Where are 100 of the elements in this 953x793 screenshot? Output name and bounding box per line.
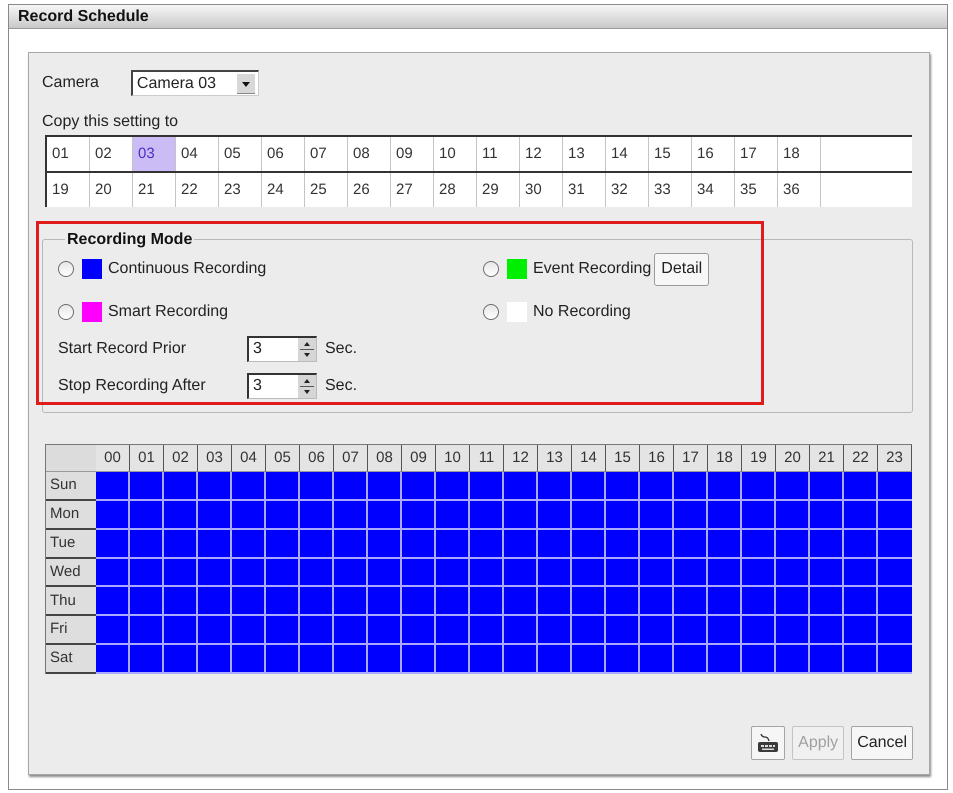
schedule-slot[interactable] — [504, 558, 536, 586]
timer-label: Stop Recording After — [57, 376, 207, 396]
radio-button[interactable] — [58, 304, 74, 320]
hour-header: 11 — [470, 445, 504, 472]
hour-header: 06 — [300, 445, 334, 472]
number-spinner-field[interactable]: 3 — [247, 336, 317, 362]
hour-header: 07 — [334, 445, 368, 472]
grid-corner — [46, 445, 96, 472]
schedule-slot[interactable] — [742, 558, 774, 586]
mode-label: Smart Recording — [108, 302, 228, 322]
hour-header: 12 — [504, 445, 538, 472]
camera-number-cell[interactable]: 32 — [606, 173, 649, 207]
schedule-slot[interactable] — [674, 558, 706, 586]
radio-button[interactable] — [483, 304, 499, 320]
radio-button[interactable] — [58, 261, 74, 278]
schedule-slot[interactable] — [266, 558, 298, 586]
day-label: Sun — [46, 472, 96, 501]
camera-number-cell[interactable]: 27 — [391, 173, 434, 207]
camera-number-cell[interactable]: 30 — [520, 173, 563, 207]
schedule-slot[interactable] — [436, 558, 468, 586]
day-label: Thu — [46, 587, 96, 616]
hour-header: 04 — [232, 445, 266, 472]
schedule-slot[interactable] — [334, 558, 366, 586]
camera-number-cell[interactable]: 33 — [649, 173, 692, 207]
hour-header: 10 — [436, 445, 470, 472]
day-label: Fri — [46, 616, 96, 646]
schedule-slot[interactable] — [844, 558, 876, 586]
copy-setting-label: Copy this setting to — [42, 112, 180, 132]
camera-number-cell[interactable]: 34 — [692, 173, 735, 207]
camera-number-cell[interactable]: 20 — [90, 173, 133, 207]
mode-label: No Recording — [533, 302, 631, 322]
camera-number-cell[interactable]: 03 — [133, 137, 176, 171]
camera-select[interactable]: Camera 03 — [130, 70, 259, 96]
camera-number-cell[interactable]: 21 — [133, 173, 176, 207]
schedule-slot[interactable] — [776, 558, 808, 586]
schedule-slot[interactable] — [232, 558, 264, 586]
hour-header: 15 — [606, 445, 640, 472]
keyboard-button[interactable] — [751, 726, 786, 760]
hour-header: 01 — [130, 445, 164, 472]
camera-number-cell[interactable]: 25 — [305, 173, 348, 207]
schedule-slot[interactable] — [606, 558, 638, 586]
detail-button[interactable]: Detail — [654, 252, 710, 286]
hour-header: 18 — [708, 445, 742, 472]
spinner-arrows-icon[interactable] — [298, 338, 316, 361]
timer-label: Start Record Prior — [57, 338, 188, 359]
hour-header: 03 — [198, 445, 232, 472]
schedule-slot[interactable] — [96, 558, 128, 586]
window-title: Record Schedule — [18, 8, 149, 24]
schedule-slot[interactable] — [130, 558, 162, 586]
hour-header: 05 — [266, 445, 300, 472]
hour-header: 14 — [572, 445, 606, 472]
spinner-arrows-icon[interactable] — [298, 374, 316, 398]
hour-header: 09 — [402, 445, 436, 472]
radio-button[interactable] — [483, 261, 499, 278]
hour-header: 13 — [538, 445, 572, 472]
dropdown-caret-icon[interactable] — [236, 74, 255, 94]
mode-label: Event Recording — [533, 259, 652, 280]
camera-number-cell[interactable]: 28 — [434, 173, 477, 207]
number-spinner-field[interactable]: 3 — [247, 372, 317, 399]
schedule-slot[interactable] — [470, 558, 502, 586]
hour-header: 21 — [810, 445, 844, 472]
unit-label: Sec. — [325, 338, 358, 359]
camera-number-cell[interactable]: 23 — [219, 173, 262, 207]
camera-number-cell[interactable]: 24 — [262, 173, 305, 207]
schedule-slot[interactable] — [640, 558, 672, 586]
hour-header: 20 — [776, 445, 810, 472]
hour-header: 00 — [96, 445, 130, 472]
dialog-button[interactable]: Cancel — [851, 726, 913, 760]
schedule-slot[interactable] — [708, 558, 740, 586]
hour-header: 16 — [640, 445, 674, 472]
camera-number-cell[interactable]: 36 — [778, 173, 821, 207]
unit-label: Sec. — [325, 376, 358, 396]
schedule-slot[interactable] — [198, 558, 230, 586]
schedule-slot[interactable] — [402, 558, 434, 586]
camera-number-cell[interactable]: 35 — [735, 173, 778, 207]
camera-number-cell[interactable]: 26 — [348, 173, 391, 207]
camera-number-cell[interactable]: 22 — [176, 173, 219, 207]
hour-header: 23 — [878, 445, 912, 472]
day-label: Wed — [46, 558, 96, 588]
day-label: Tue — [46, 530, 96, 559]
schedule-slot[interactable] — [300, 558, 332, 586]
mode-label: Continuous Recording — [108, 259, 266, 280]
group-title: Recording Mode — [66, 231, 194, 249]
day-label: Mon — [46, 500, 96, 530]
camera-number-cell[interactable]: 29 — [477, 173, 520, 207]
day-label: Sat — [46, 645, 96, 674]
camera-number-cell[interactable]: 19 — [47, 173, 90, 207]
schedule-slot[interactable] — [368, 558, 400, 586]
camera-label: Camera — [42, 73, 99, 93]
schedule-slot[interactable] — [164, 558, 196, 586]
schedule-slot[interactable] — [878, 558, 912, 586]
keyboard-icon — [757, 733, 780, 753]
schedule-slot[interactable] — [810, 558, 842, 586]
schedule-slot[interactable] — [538, 558, 570, 586]
hour-header: 19 — [742, 445, 776, 472]
hour-header: 02 — [164, 445, 198, 472]
camera-number-cell[interactable]: 31 — [563, 173, 606, 207]
schedule-slot[interactable] — [572, 558, 604, 586]
hour-header: 08 — [368, 445, 402, 472]
hour-header: 22 — [844, 445, 878, 472]
